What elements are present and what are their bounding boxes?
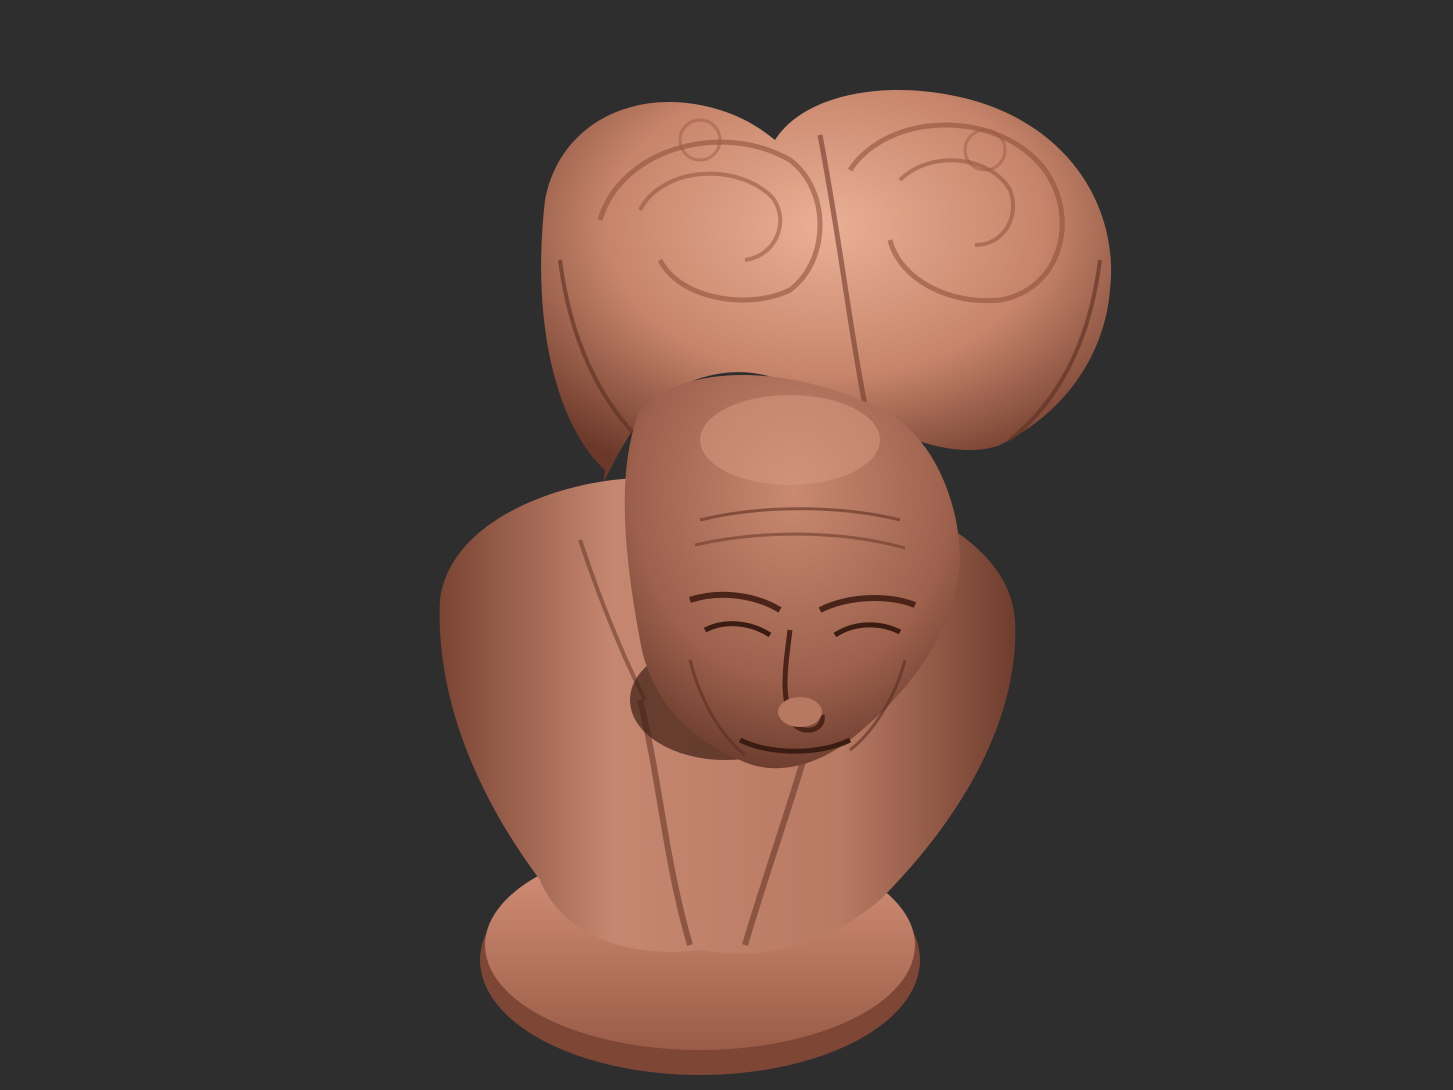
sculpt-render xyxy=(439,90,1112,1075)
3d-viewport[interactable] xyxy=(0,0,1453,1090)
